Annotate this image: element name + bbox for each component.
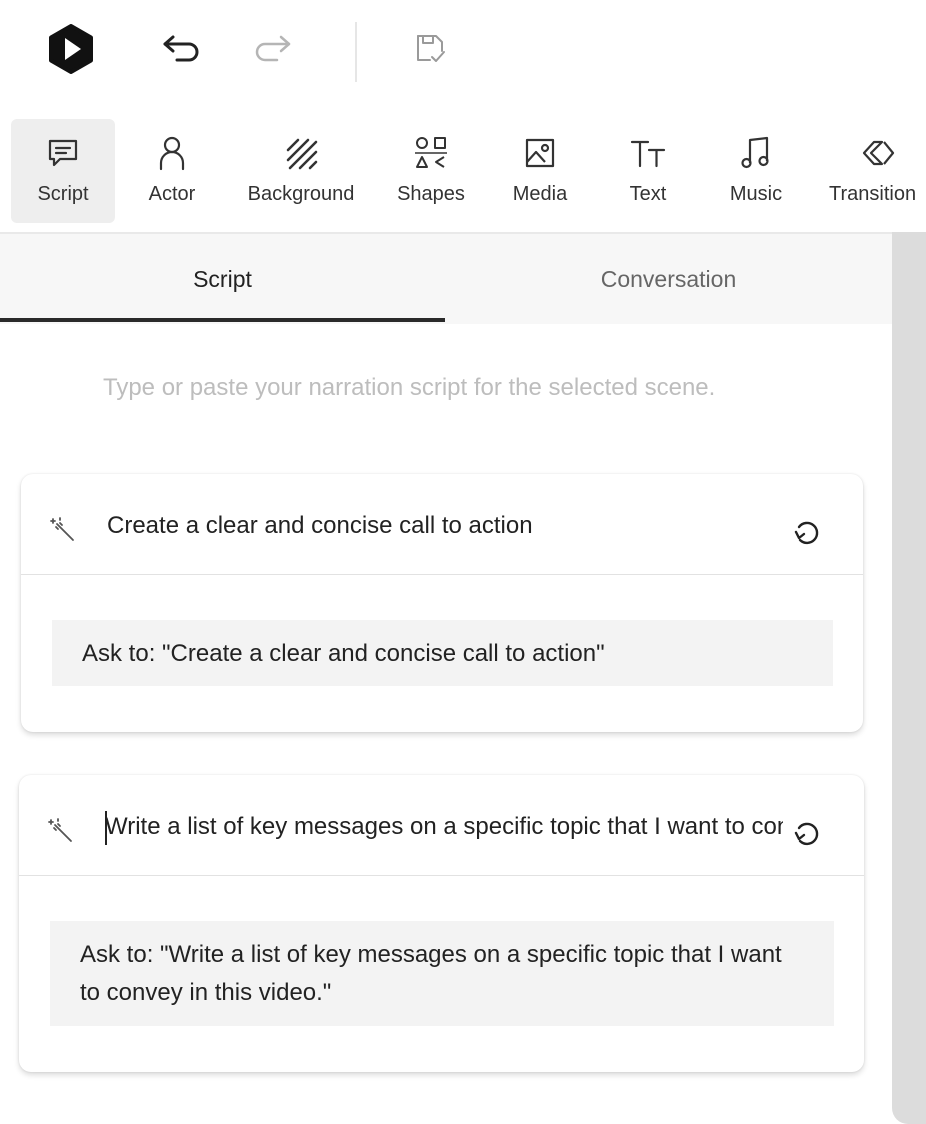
refresh-icon[interactable] [789, 815, 825, 851]
tool-label: Script [37, 183, 89, 205]
panel-scrollbar[interactable] [892, 232, 926, 1124]
actor-icon [155, 133, 189, 173]
toolbar-divider [355, 22, 357, 82]
tool-label: Music [729, 183, 783, 205]
shapes-icon [413, 133, 449, 173]
tab-script[interactable]: Script [0, 234, 445, 324]
tool-media[interactable]: Media [498, 119, 582, 223]
script-icon [46, 133, 80, 173]
suggestion-prompt[interactable]: Write a list of key messages on a specif… [105, 813, 783, 841]
tool-background[interactable]: Background [238, 119, 364, 223]
save-icon[interactable] [408, 28, 452, 68]
tool-label: Actor [148, 183, 196, 205]
tool-text[interactable]: Text [606, 119, 690, 223]
magic-wand-icon [49, 516, 79, 544]
tool-actor[interactable]: Actor [121, 119, 223, 223]
tool-label: Transition [829, 183, 917, 205]
tool-script[interactable]: Script [11, 119, 115, 223]
ask-suggestion-button[interactable]: Ask to: "Create a clear and concise call… [52, 620, 833, 686]
card-divider [21, 574, 863, 575]
script-tabs: Script Conversation [0, 234, 892, 324]
redo-icon[interactable] [250, 28, 294, 68]
element-toolbar: Script Actor Background Shapes Media Tex… [0, 118, 926, 226]
suggestion-prompt[interactable]: Create a clear and concise call to actio… [107, 512, 767, 540]
tool-transition[interactable]: Transition [826, 119, 926, 223]
text-cursor [105, 811, 107, 845]
suggestion-header: Create a clear and concise call to actio… [21, 474, 863, 574]
script-input[interactable]: Type or paste your narration script for … [103, 368, 763, 408]
transition-icon [860, 133, 896, 173]
tool-music[interactable]: Music [714, 119, 798, 223]
tool-label: Shapes [397, 183, 465, 205]
top-bar [0, 0, 926, 110]
tool-label: Media [512, 183, 568, 205]
app-logo-icon[interactable] [46, 24, 96, 74]
background-icon [284, 133, 318, 173]
text-icon [629, 133, 667, 173]
tool-label: Text [629, 183, 667, 205]
refresh-icon[interactable] [789, 514, 825, 550]
suggestion-header: Write a list of key messages on a specif… [19, 775, 864, 875]
ask-suggestion-button[interactable]: Ask to: "Write a list of key messages on… [50, 921, 834, 1026]
card-divider [19, 875, 864, 876]
undo-icon[interactable] [160, 28, 204, 68]
magic-wand-icon [47, 817, 77, 845]
tool-label: Background [247, 183, 355, 205]
music-icon [739, 133, 773, 173]
suggestion-card[interactable]: Write a list of key messages on a specif… [19, 775, 864, 1072]
tab-conversation[interactable]: Conversation [445, 234, 892, 324]
media-icon [523, 133, 557, 173]
tool-shapes[interactable]: Shapes [388, 119, 474, 223]
suggestion-card[interactable]: Create a clear and concise call to actio… [21, 474, 863, 732]
active-tab-indicator [0, 318, 445, 322]
